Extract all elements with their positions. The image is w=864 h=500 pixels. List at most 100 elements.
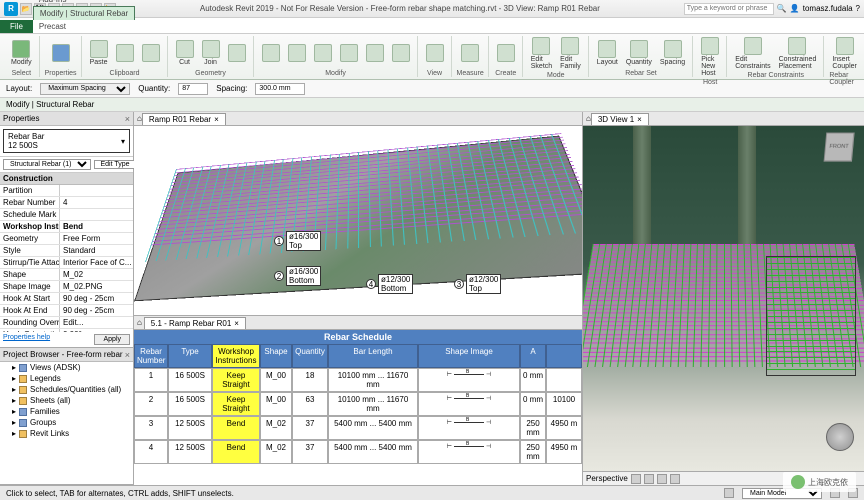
- schedule-cell[interactable]: M_02: [260, 440, 292, 464]
- schedule-cell[interactable]: ⊢B⊣: [418, 368, 520, 392]
- apply-button[interactable]: Apply: [94, 334, 130, 345]
- property-value[interactable]: Interior Face of C...: [60, 257, 133, 268]
- signin-icon[interactable]: 👤: [790, 4, 800, 13]
- schedule-table[interactable]: Rebar Schedule Rebar NumberTypeWorkshop …: [134, 330, 582, 485]
- schedule-cell[interactable]: 18: [292, 368, 328, 392]
- tree-item[interactable]: ▸Groups: [0, 417, 133, 428]
- ribbon-button[interactable]: Cut: [173, 39, 197, 67]
- schedule-row[interactable]: 312 500SBendM_02375400 mm ... 5400 mm⊢B⊣…: [134, 416, 582, 440]
- expand-icon[interactable]: ▸: [12, 396, 16, 405]
- 3d-view-tab[interactable]: 3D View 1×: [591, 113, 649, 125]
- property-row[interactable]: Partition: [0, 185, 133, 197]
- schedule-cell[interactable]: M_00: [260, 368, 292, 392]
- expand-icon[interactable]: ▸: [12, 385, 16, 394]
- schedule-cell[interactable]: ⊢B⊣: [418, 440, 520, 464]
- property-row[interactable]: Hook At Start90 deg - 25cm: [0, 293, 133, 305]
- property-value[interactable]: Edit...: [60, 317, 133, 328]
- schedule-cell[interactable]: 12 500S: [168, 416, 212, 440]
- ribbon-button[interactable]: Insert Coupler: [829, 36, 860, 71]
- schedule-cell[interactable]: 4: [134, 440, 168, 464]
- property-value[interactable]: M_02.PNG: [60, 281, 133, 292]
- edit-type-button[interactable]: Edit Type: [94, 160, 136, 169]
- drawing-view-tab[interactable]: Ramp R01 Rebar×: [142, 113, 226, 125]
- property-value[interactable]: 4: [60, 197, 133, 208]
- schedule-cell[interactable]: 250 mm: [520, 440, 546, 464]
- property-value[interactable]: 90 deg - 25cm: [60, 293, 133, 304]
- tree-item[interactable]: ▸Families: [0, 406, 133, 417]
- help-icon[interactable]: ?: [856, 4, 860, 13]
- property-value[interactable]: Bend: [60, 221, 133, 232]
- ribbon-button[interactable]: [458, 43, 482, 63]
- expand-icon[interactable]: ▸: [12, 407, 16, 416]
- ribbon-button[interactable]: [363, 43, 387, 63]
- ribbon-button[interactable]: [337, 43, 361, 63]
- shadows-icon[interactable]: [657, 474, 667, 484]
- qat-open-icon[interactable]: 📂: [20, 3, 32, 15]
- tab-precast[interactable]: Precast: [33, 20, 135, 33]
- ribbon-button[interactable]: [285, 43, 309, 63]
- expand-icon[interactable]: ▸: [12, 363, 16, 372]
- crop-icon[interactable]: [670, 474, 680, 484]
- ribbon-button[interactable]: Modify: [8, 39, 35, 67]
- instance-filter[interactable]: Structural Rebar (1): [3, 159, 91, 170]
- property-row[interactable]: Rounding OverridesEdit...: [0, 317, 133, 329]
- ribbon-button[interactable]: Constrained Placement: [776, 36, 820, 71]
- close-icon[interactable]: ×: [125, 350, 130, 360]
- close-icon[interactable]: ×: [234, 319, 239, 328]
- ribbon-button[interactable]: Paste: [87, 39, 111, 67]
- ribbon-button[interactable]: [259, 43, 283, 63]
- close-icon[interactable]: ×: [125, 114, 130, 124]
- schedule-cell[interactable]: 16 500S: [168, 392, 212, 416]
- schedule-cell[interactable]: 63: [292, 392, 328, 416]
- schedule-row[interactable]: 116 500SKeep StraightM_001810100 mm ... …: [134, 368, 582, 392]
- quantity-input[interactable]: [178, 83, 208, 95]
- ribbon-button[interactable]: Quantity: [623, 39, 655, 67]
- home-icon[interactable]: ⌂: [137, 318, 142, 327]
- chevron-down-icon[interactable]: ▾: [121, 137, 125, 146]
- ribbon-button[interactable]: [113, 43, 137, 63]
- ribbon-button[interactable]: [494, 43, 518, 63]
- property-value[interactable]: [60, 209, 133, 220]
- schedule-header[interactable]: [546, 344, 582, 368]
- ribbon-button[interactable]: Join: [199, 39, 223, 67]
- property-row[interactable]: ShapeM_02: [0, 269, 133, 281]
- 3d-viewport[interactable]: FRONT: [583, 126, 864, 471]
- property-row[interactable]: Rebar Number4: [0, 197, 133, 209]
- properties-help-link[interactable]: Properties help: [0, 332, 53, 343]
- tree-item[interactable]: ▸Views (ADSK): [0, 362, 133, 373]
- schedule-cell[interactable]: 10100 mm ... 11670 mm: [328, 392, 418, 416]
- schedule-cell[interactable]: [546, 368, 582, 392]
- schedule-cell[interactable]: Keep Straight: [212, 392, 260, 416]
- property-value[interactable]: M_02: [60, 269, 133, 280]
- tree-item[interactable]: ▸Legends: [0, 373, 133, 384]
- schedule-header[interactable]: Workshop Instructions: [212, 344, 260, 368]
- schedule-header[interactable]: Shape Image: [418, 344, 520, 368]
- schedule-cell[interactable]: 12 500S: [168, 440, 212, 464]
- app-logo[interactable]: R: [4, 2, 18, 16]
- viewcube[interactable]: FRONT: [824, 133, 855, 162]
- schedule-cell[interactable]: 250 mm: [520, 416, 546, 440]
- schedule-header[interactable]: Quantity: [292, 344, 328, 368]
- schedule-cell[interactable]: ⊢B⊣: [418, 392, 520, 416]
- schedule-header[interactable]: A: [520, 344, 546, 368]
- drawing-area[interactable]: 1ø16/300Top2ø16/300Bottom3ø12/300Top4ø12…: [134, 126, 582, 315]
- file-tab[interactable]: File: [0, 20, 33, 33]
- schedule-cell[interactable]: 0 mm: [520, 392, 546, 416]
- ribbon-button[interactable]: Edit Constraints: [732, 36, 773, 71]
- spacing-input[interactable]: [255, 83, 305, 95]
- schedule-cell[interactable]: Bend: [212, 440, 260, 464]
- schedule-cell[interactable]: 2: [134, 392, 168, 416]
- property-value[interactable]: Free Form: [60, 233, 133, 244]
- ribbon-button[interactable]: [139, 43, 163, 63]
- close-icon[interactable]: ×: [637, 115, 642, 124]
- tab-modify-structural-rebar[interactable]: Modify | Structural Rebar: [33, 6, 135, 20]
- schedule-header[interactable]: Shape: [260, 344, 292, 368]
- schedule-cell[interactable]: 37: [292, 416, 328, 440]
- schedule-cell[interactable]: 37: [292, 440, 328, 464]
- schedule-cell[interactable]: Keep Straight: [212, 368, 260, 392]
- schedule-cell[interactable]: 4950 m: [546, 440, 582, 464]
- schedule-cell[interactable]: M_00: [260, 392, 292, 416]
- ribbon-button[interactable]: Pick New Host: [698, 36, 722, 78]
- tree-item[interactable]: ▸Revit Links: [0, 428, 133, 439]
- property-row[interactable]: Shape ImageM_02.PNG: [0, 281, 133, 293]
